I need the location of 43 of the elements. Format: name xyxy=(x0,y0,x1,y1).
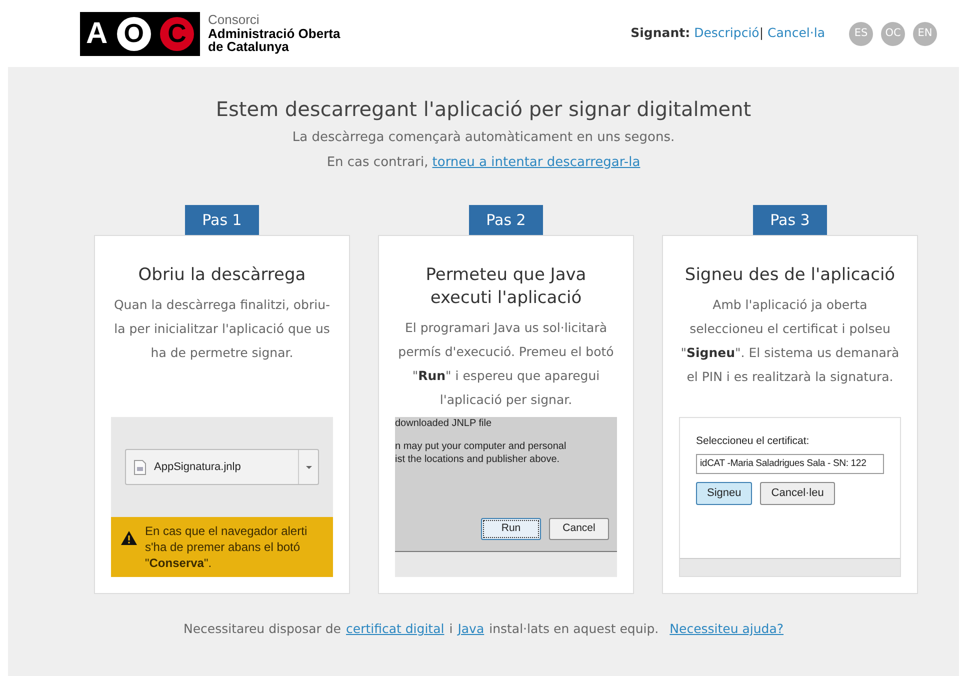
logo-letter: A xyxy=(86,16,108,50)
step-description: Amb l'aplicació ja oberta seleccioneu el certificat i polseu "Signeu". El sistema us demanarà el PIN i es realitzarà la signatura. xyxy=(680,296,900,386)
certificate-field[interactable]: idCAT -Maria Saladrigues Sala - SN: 122 xyxy=(696,454,884,474)
subtitle: La descàrrega començarà automàticament en uns segons. xyxy=(291,129,676,147)
description-link[interactable]: Descripció xyxy=(694,24,760,43)
retry-link[interactable]: torneu a intentar descarregar-la xyxy=(432,150,640,175)
dialog-text: ist the locations and publisher above. xyxy=(395,453,561,466)
field-label: Seleccioneu el certificat: xyxy=(696,434,810,449)
footer-link[interactable]: certificat digital xyxy=(346,620,444,639)
dialog-button[interactable]: Cancel·leu xyxy=(760,482,835,505)
alert-text: En cas que el navegador alerti s'ha de premer abans el botó "Conserva". xyxy=(145,523,308,571)
retry-text: En cas contrari, xyxy=(326,154,428,172)
logo-letter: C xyxy=(160,16,194,50)
footer-text: i xyxy=(449,620,453,638)
logo-text: Consorci xyxy=(208,13,260,27)
step-description: El programari Java us sol·licitarà permís d'execució. Premeu el botó "Run" i espereu que aparegui l'aplicació per signar. xyxy=(397,319,615,409)
file-name: AppSignatura.jnlp xyxy=(154,460,242,475)
logo-text: de Catalunya xyxy=(208,40,290,54)
step-description: Quan la descàrrega finalitzi, obriu-la per inicialitzar l'aplicació que us ha de permetre signar. xyxy=(112,296,332,362)
warning-icon xyxy=(121,531,137,545)
caret-icon[interactable] xyxy=(306,466,312,468)
signant-label: Signant: xyxy=(630,24,690,42)
dialog-text: downloaded JNLP file xyxy=(395,417,493,430)
cancel-link[interactable]: Cancel·la xyxy=(768,24,825,43)
dialog-button[interactable]: Signeu xyxy=(696,482,752,505)
step-title: Permeteu que Java executi l'aplicació xyxy=(424,264,588,310)
dialog-button[interactable]: Run xyxy=(481,518,541,540)
step-title: Signeu des de l'aplicació xyxy=(684,264,896,287)
footer-link[interactable]: Java xyxy=(458,620,484,639)
language-button[interactable]: ES xyxy=(849,22,873,46)
footer-text: instal·lats en aquest equip. xyxy=(489,620,659,638)
footer-link[interactable]: Necessiteu ajuda? xyxy=(670,620,784,639)
language-button[interactable]: EN xyxy=(913,22,937,46)
logo-letter: O xyxy=(116,16,151,50)
link-separator: | xyxy=(759,24,764,42)
dialog-button[interactable]: Cancel xyxy=(549,518,609,540)
step-title: Obriu la descàrrega xyxy=(137,264,307,287)
footer-text: Necessitareu disposar de xyxy=(183,620,341,638)
file-icon xyxy=(134,460,146,474)
dialog-text: n may put your computer and personal xyxy=(395,440,568,453)
logo-text: Administració Oberta xyxy=(208,26,340,40)
page-title: Estem descarregant l'aplicació per signar digitalment xyxy=(214,97,752,121)
language-button[interactable]: OC xyxy=(881,22,905,46)
